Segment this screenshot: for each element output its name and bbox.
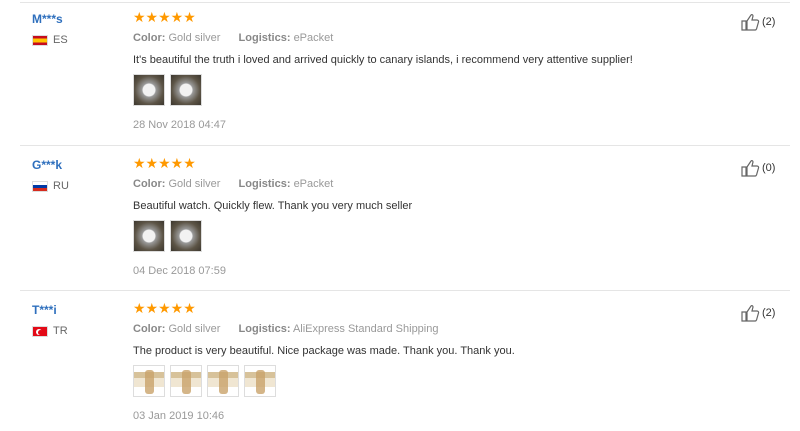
order-attributes: Color: Gold silver Logistics: ePacket [133, 178, 333, 190]
rating-stars: ★★★★★ [133, 301, 196, 315]
order-attributes: Color: Gold silver Logistics: AliExpress… [133, 323, 438, 335]
review-photo-thumbnail[interactable] [207, 365, 239, 397]
helpful-like-button[interactable]: (0) [740, 158, 775, 178]
review-item: T***i TR ★★★★★ Color: Gold silver Logist… [0, 291, 800, 431]
review-date: 28 Nov 2018 04:47 [133, 119, 226, 131]
review-photos [133, 220, 202, 252]
country-code: TR [53, 325, 68, 337]
logistics-value: ePacket [293, 32, 334, 44]
buyer-name: G***k [32, 158, 63, 172]
review-text: The product is very beautiful. Nice pack… [133, 345, 515, 357]
flag-es-icon [32, 34, 48, 46]
helpful-like-button[interactable]: (2) [740, 303, 775, 323]
review-photos [133, 74, 202, 106]
buyer-name: T***i [32, 303, 57, 317]
helpful-like-button[interactable]: (2) [740, 12, 775, 32]
thumbs-up-icon [741, 304, 760, 322]
like-count: (0) [762, 162, 776, 174]
flag-tr-icon [32, 325, 48, 337]
thumbs-up-icon [741, 159, 760, 177]
logistics-value: AliExpress Standard Shipping [292, 323, 439, 335]
review-text: Beautiful watch. Quickly flew. Thank you… [133, 200, 413, 212]
review-photo-thumbnail[interactable] [133, 365, 165, 397]
logistics-label: Logistics: [238, 178, 291, 190]
star-rating: ★★★★★ [133, 155, 196, 171]
buyer-country: ES [32, 34, 68, 46]
buyer-country: TR [32, 325, 68, 337]
logistics-value: ePacket [293, 178, 334, 190]
review-photo-thumbnail[interactable] [133, 74, 165, 106]
like-count: (2) [762, 307, 776, 319]
rating-stars: ★★★★★ [133, 10, 196, 24]
review-date: 04 Dec 2018 07:59 [133, 265, 226, 277]
rating-stars: ★★★★★ [133, 156, 196, 170]
star-rating: ★★★★★ [133, 9, 196, 25]
review-photo-thumbnail[interactable] [170, 74, 202, 106]
thumbs-up-icon [741, 13, 760, 31]
review-photo-thumbnail[interactable] [244, 365, 276, 397]
like-count: (2) [762, 16, 776, 28]
review-photos [133, 365, 276, 397]
review-date: 03 Jan 2019 10:46 [133, 410, 225, 422]
buyer-country: RU [32, 180, 69, 192]
review-photo-thumbnail[interactable] [170, 365, 202, 397]
color-label: Color: [133, 323, 166, 335]
review-text: It's beautiful the truth i loved and arr… [133, 54, 633, 66]
country-code: ES [53, 34, 68, 46]
logistics-label: Logistics: [238, 323, 291, 335]
color-value: Gold silver [168, 178, 221, 190]
color-label: Color: [133, 178, 166, 190]
review-photo-thumbnail[interactable] [133, 220, 165, 252]
review-item: M***s ES ★★★★★ Color: Gold silver Logist… [0, 0, 800, 144]
review-photo-thumbnail[interactable] [170, 220, 202, 252]
color-value: Gold silver [168, 323, 221, 335]
review-item: G***k RU ★★★★★ Color: Gold silver Logist… [0, 146, 800, 289]
flag-ru-icon [32, 180, 48, 192]
logistics-label: Logistics: [238, 32, 291, 44]
color-value: Gold silver [168, 32, 221, 44]
country-code: RU [53, 180, 69, 192]
order-attributes: Color: Gold silver Logistics: ePacket [133, 32, 333, 44]
star-rating: ★★★★★ [133, 300, 196, 316]
buyer-name: M***s [32, 12, 63, 26]
color-label: Color: [133, 32, 166, 44]
